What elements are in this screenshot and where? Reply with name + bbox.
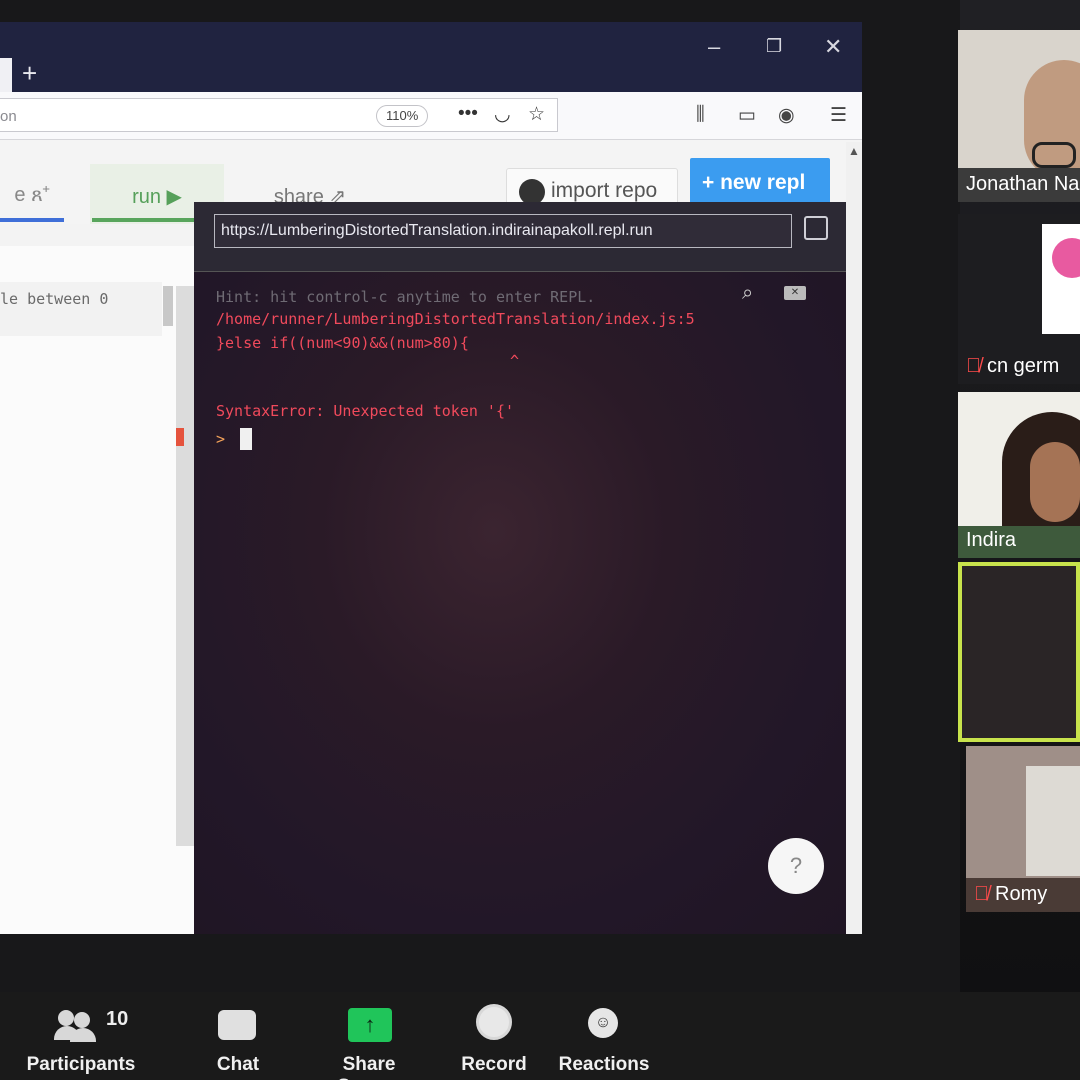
chat-label: Chat bbox=[216, 1054, 260, 1075]
participants-icon bbox=[54, 1010, 98, 1042]
pocket-icon[interactable]: ◡ bbox=[494, 103, 511, 126]
close-button[interactable]: ✕ bbox=[824, 34, 842, 60]
participant-face bbox=[1030, 442, 1080, 522]
scroll-up-icon[interactable]: ▲ bbox=[848, 144, 860, 158]
minimize-button[interactable]: – bbox=[708, 34, 720, 60]
invite-label: e bbox=[14, 184, 26, 206]
open-external-icon[interactable] bbox=[804, 216, 828, 240]
participant-name: Romy bbox=[995, 883, 1048, 905]
console-output[interactable]: https://LumberingDistortedTranslation.in… bbox=[194, 202, 846, 934]
library-icon[interactable]: ⫼ bbox=[696, 104, 705, 126]
error-marker bbox=[176, 428, 184, 446]
browser-scrollbar[interactable] bbox=[846, 142, 862, 934]
tab-bar: + – ❐ ✕ bbox=[0, 22, 862, 92]
share-screen-label: Share Screen bbox=[337, 1054, 400, 1080]
console-url-bar: https://LumberingDistortedTranslation.in… bbox=[194, 202, 846, 272]
participant-name: cn germ bbox=[987, 355, 1060, 377]
address-text: on bbox=[0, 108, 17, 125]
error-path: /home/runner/LumberingDistortedTranslati… bbox=[216, 310, 695, 328]
menu-icon[interactable]: ☰ bbox=[830, 104, 847, 127]
participant-name-row: 🎙̸ cn germ bbox=[966, 355, 1059, 378]
more-icon[interactable]: ••• bbox=[458, 103, 478, 125]
smiley-icon: ☺ bbox=[588, 1008, 618, 1038]
video-tile[interactable]: Jonathan Na bbox=[958, 30, 1080, 202]
zoom-level-badge[interactable]: 110% bbox=[376, 105, 429, 127]
invite-button[interactable]: e ጸ⁺ bbox=[0, 164, 64, 224]
search-icon[interactable]: ⌕ bbox=[742, 282, 753, 305]
active-speaker-tile[interactable] bbox=[958, 562, 1080, 742]
new-tab-button[interactable]: + bbox=[22, 60, 37, 86]
share-screen-icon: ↑ bbox=[348, 1008, 392, 1042]
repl-run-url[interactable]: https://LumberingDistortedTranslation.in… bbox=[214, 214, 792, 248]
maximize-button[interactable]: ❐ bbox=[766, 36, 782, 57]
active-tab[interactable] bbox=[0, 58, 12, 92]
record-label: Record bbox=[461, 1054, 527, 1075]
add-user-icon: ጸ⁺ bbox=[31, 184, 50, 206]
help-button[interactable]: ? bbox=[768, 838, 824, 894]
clear-icon[interactable]: ✕ bbox=[784, 286, 806, 300]
editor-scrollbar[interactable] bbox=[176, 286, 194, 846]
background-window bbox=[1026, 766, 1080, 876]
glasses-shape bbox=[1032, 142, 1076, 168]
editor-code-line: le between 0 bbox=[0, 290, 109, 308]
console-prompt: > bbox=[216, 430, 226, 448]
import-repo-label: import repo bbox=[551, 179, 658, 202]
syntax-error-message: SyntaxError: Unexpected token '{' bbox=[216, 402, 515, 420]
bookmark-star-icon[interactable]: ☆ bbox=[528, 103, 545, 126]
scroll-down-icon[interactable]: ▼ bbox=[848, 930, 860, 934]
meeting-toolbar: 10 Participants Chat ↑ Share Screen Reco… bbox=[0, 992, 1080, 1080]
participants-count: 10 bbox=[106, 1008, 129, 1030]
reactions-label: Reactions bbox=[558, 1054, 650, 1075]
video-tile[interactable]: 🎙̸ Romy bbox=[966, 746, 1080, 912]
invite-underline bbox=[0, 218, 64, 222]
error-code-line: }else if((num<90)&&(num>80){ bbox=[216, 334, 469, 352]
chat-icon bbox=[218, 1010, 256, 1040]
record-icon bbox=[476, 1004, 512, 1040]
video-tile[interactable]: Indira bbox=[958, 392, 1080, 558]
address-bar[interactable]: on 110% ••• ◡ ☆ bbox=[0, 98, 558, 132]
editor-minimap-thumb[interactable] bbox=[163, 286, 173, 326]
participant-name-row: 🎙̸ Romy bbox=[974, 883, 1047, 906]
muted-mic-icon: 🎙̸ bbox=[974, 883, 989, 905]
video-tile[interactable]: 🎙̸ cn germ bbox=[958, 214, 1080, 384]
code-editor[interactable]: le between 0 bbox=[0, 246, 196, 934]
console-hint: Hint: hit control-c anytime to enter REP… bbox=[216, 288, 596, 306]
navigation-bar: on 110% ••• ◡ ☆ ⫼ ▭ ◉ ☰ bbox=[0, 92, 862, 140]
account-icon[interactable]: ◉ bbox=[778, 104, 795, 127]
muted-mic-icon: 🎙̸ bbox=[966, 355, 981, 377]
console-cursor[interactable] bbox=[240, 428, 252, 450]
participant-name: Indira bbox=[966, 529, 1017, 551]
sidebar-icon[interactable]: ▭ bbox=[738, 104, 756, 127]
participant-name: Jonathan Na bbox=[966, 173, 1080, 195]
participants-label: Participants bbox=[26, 1054, 136, 1075]
error-caret: ^ bbox=[510, 352, 520, 370]
